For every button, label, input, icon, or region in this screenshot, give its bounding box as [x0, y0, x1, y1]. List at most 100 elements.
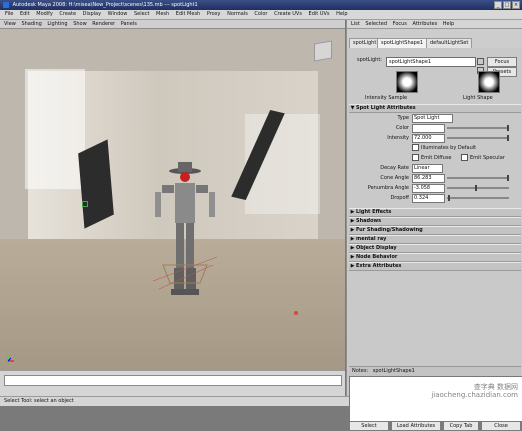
shadows-header[interactable]: ▶ Shadows	[349, 217, 521, 226]
viewport-footer	[0, 370, 345, 396]
fur-shading-header[interactable]: ▶ Fur Shading/Shadowing	[349, 226, 521, 235]
section-collapsed-icon: ▶	[350, 254, 355, 260]
copy-tab-button[interactable]: Copy Tab	[443, 421, 479, 431]
ae-menu-attributes[interactable]: Attributes	[413, 21, 438, 27]
intensity-label: Intensity	[387, 135, 409, 141]
viewport-menu-view[interactable]: View	[4, 21, 16, 27]
type-label: Type	[397, 115, 409, 121]
menu-modify[interactable]: Modify	[36, 11, 53, 17]
section-title: Shadows	[356, 218, 382, 224]
area-light-plane-left[interactable]	[78, 139, 114, 229]
menu-proxy[interactable]: Proxy	[207, 11, 221, 17]
emit-diffuse-checkbox[interactable]: Emit Diffuse	[412, 154, 452, 163]
minimize-button[interactable]: _	[494, 1, 502, 9]
window-controls: _ □ ×	[494, 1, 520, 9]
menu-edit[interactable]: Edit	[20, 11, 30, 17]
section-title: Node Behavior	[356, 254, 398, 260]
dropoff-row: Dropoff 0.324	[349, 194, 521, 203]
section-collapsed-icon: ▶	[350, 263, 355, 269]
section-collapsed-icon: ▶	[350, 236, 355, 242]
cone-row: Cone Angle 86.283	[349, 174, 521, 183]
viewport-menu-shading[interactable]: Shading	[21, 21, 41, 27]
command-line-field[interactable]	[4, 375, 342, 386]
section-title: mental ray	[356, 236, 387, 242]
dropoff-field[interactable]: 0.324	[412, 194, 445, 203]
intensity-sample-label: Intensity Sample	[365, 95, 408, 101]
menu-file[interactable]: File	[5, 11, 13, 17]
penumbra-slider[interactable]	[447, 185, 509, 191]
extra-attributes-header[interactable]: ▶ Extra Attributes	[349, 262, 521, 271]
maximize-button[interactable]: □	[503, 1, 511, 9]
menu-edit-mesh[interactable]: Edit Mesh	[176, 11, 200, 17]
type-select[interactable]: Spot Light	[412, 114, 453, 123]
spot-light-attributes-header[interactable]: ▼ Spot Light Attributes	[349, 104, 521, 113]
mental-ray-header[interactable]: ▶ mental ray	[349, 235, 521, 244]
emit-specular-checkbox[interactable]: Emit Specular	[461, 154, 505, 163]
locator-marker-right[interactable]	[294, 311, 298, 315]
spotlight-name-row: spotLight: spotLightShape1 Focus Presets	[349, 57, 521, 77]
ae-menu-selected[interactable]: Selected	[365, 21, 387, 27]
tab-spotlightshape1[interactable]: spotLightShape1	[377, 38, 428, 48]
window-title: Autodesk Maya 2008: H:\misea\New_Project…	[12, 2, 198, 8]
illuminates-checkbox[interactable]: Illuminates by Default	[412, 144, 476, 153]
menu-normals[interactable]: Normals	[227, 11, 248, 17]
select-button[interactable]: Select	[349, 421, 389, 431]
cone-slider[interactable]	[447, 175, 509, 181]
3d-viewport[interactable]	[0, 29, 345, 370]
section-title: Spot Light Attributes	[356, 105, 416, 111]
menu-create-uvs[interactable]: Create UVs	[274, 11, 302, 17]
attribute-tabs: spotLight1 spotLightShape1 defaultLightS…	[347, 38, 522, 48]
load-attributes-button[interactable]: Load Attributes	[391, 421, 441, 431]
menu-display[interactable]: Display	[83, 11, 101, 17]
section-collapsed-icon: ▶	[350, 245, 355, 251]
axis-indicator-icon	[7, 354, 15, 362]
menu-select[interactable]: Select	[134, 11, 149, 17]
intensity-field[interactable]: 72.000	[412, 134, 445, 143]
menu-help[interactable]: Help	[336, 11, 347, 17]
intensity-sample-swatch	[396, 71, 418, 93]
close-button[interactable]: ×	[512, 1, 520, 9]
cone-field[interactable]: 86.283	[412, 174, 445, 183]
light-shape-swatch	[478, 71, 500, 93]
attribute-body: spotLight: spotLightShape1 Focus Presets…	[347, 48, 522, 431]
character-model[interactable]	[145, 161, 225, 311]
ae-menu-focus[interactable]: Focus	[393, 21, 407, 27]
tab-defaultlightset[interactable]: defaultLightSet	[426, 38, 473, 48]
menu-window[interactable]: Window	[108, 11, 128, 17]
ae-menu-help[interactable]: Help	[443, 21, 454, 27]
light-effects-header[interactable]: ▶ Light Effects	[349, 208, 521, 217]
illuminates-label: Illuminates by Default	[421, 145, 477, 151]
ae-menu-list[interactable]: List	[351, 21, 360, 27]
maya-app-icon	[3, 2, 9, 8]
decay-select[interactable]: Linear	[412, 164, 443, 173]
dropoff-slider[interactable]	[447, 195, 509, 201]
go-to-icon[interactable]	[477, 58, 484, 65]
viewport-menu-show[interactable]: Show	[73, 21, 87, 27]
intensity-row: Intensity 72.000	[349, 134, 521, 143]
viewport-menu-panels[interactable]: Panels	[121, 21, 137, 27]
menu-color[interactable]: Color	[254, 11, 267, 17]
notes-label: Notes:	[352, 368, 369, 374]
viewport-menu-renderer[interactable]: Renderer	[92, 21, 115, 27]
node-behavior-header[interactable]: ▶ Node Behavior	[349, 253, 521, 262]
menu-mesh[interactable]: Mesh	[156, 11, 169, 17]
view-cube[interactable]	[314, 40, 332, 62]
status-text: Select Tool: select an object	[4, 398, 74, 404]
color-row: Color	[349, 124, 521, 133]
intensity-slider[interactable]	[447, 135, 509, 141]
watermark-line-1: 查字典 数据网	[473, 383, 518, 391]
object-display-header[interactable]: ▶ Object Display	[349, 244, 521, 253]
menu-edit-uvs[interactable]: Edit UVs	[309, 11, 330, 17]
penumbra-field[interactable]: -3.058	[412, 184, 445, 193]
illuminates-row: Illuminates by Default	[349, 144, 521, 153]
color-slider[interactable]	[447, 125, 509, 131]
color-swatch[interactable]	[412, 124, 445, 133]
viewport-menu-lighting[interactable]: Lighting	[47, 21, 67, 27]
window-light-left	[25, 69, 85, 189]
bottom-buttons: Select Load Attributes Copy Tab Close	[349, 421, 521, 431]
close-attribute-editor-button[interactable]: Close	[481, 421, 521, 431]
focus-button[interactable]: Focus	[487, 57, 517, 67]
menu-create[interactable]: Create	[59, 11, 76, 17]
spotlight-name-field[interactable]: spotLightShape1	[386, 57, 476, 67]
locator-marker-left[interactable]	[82, 201, 88, 207]
